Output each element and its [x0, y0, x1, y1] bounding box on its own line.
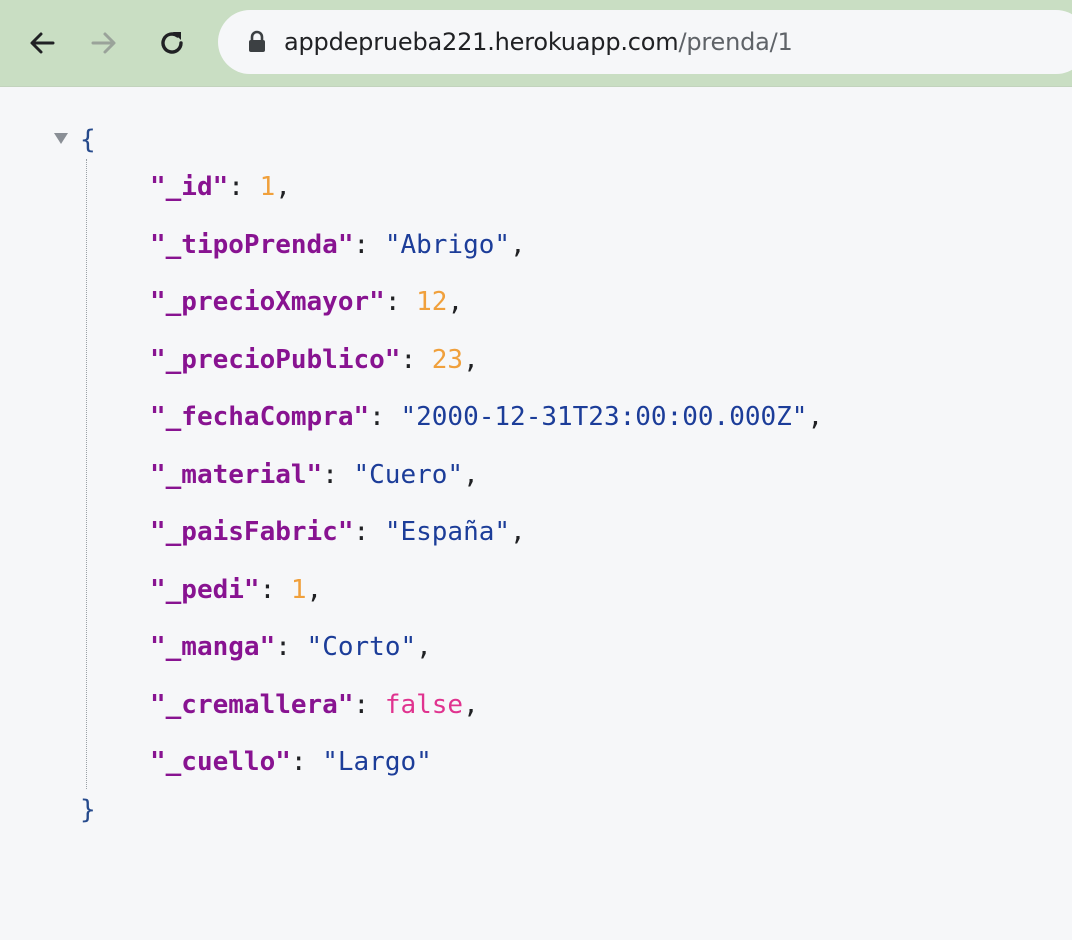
back-arrow-icon: [30, 32, 55, 54]
json-colon: :: [259, 574, 291, 605]
json-entry: "_pedi": 1,: [150, 573, 322, 607]
reload-button[interactable]: [150, 18, 194, 68]
json-key: "_material": [150, 459, 323, 490]
json-entry: "_cremallera": false,: [150, 688, 479, 722]
json-comma: ,: [463, 459, 479, 490]
json-value: false: [384, 689, 464, 720]
json-key: "_precioXmayor": [150, 287, 385, 317]
json-colon: :: [228, 172, 260, 202]
open-brace: {: [80, 125, 96, 155]
json-value: "Largo": [322, 747, 432, 777]
json-colon: :: [384, 287, 417, 317]
json-key: "_precioPublico": [150, 344, 401, 375]
json-key: "_manga": [150, 632, 276, 662]
json-comma: ,: [447, 287, 464, 317]
json-entry: "_paisFabric": "España",: [150, 515, 526, 549]
json-colon: :: [290, 747, 323, 777]
url-text[interactable]: appdeprueba221.herokuapp.com/prenda/1: [284, 10, 793, 74]
collapse-triangle-icon[interactable]: [54, 133, 68, 144]
json-comma: ,: [510, 229, 526, 260]
forward-arrow-icon: [91, 32, 116, 54]
json-entry: "_manga": "Corto",: [150, 630, 432, 664]
lock-icon[interactable]: [246, 30, 268, 54]
forward-button[interactable]: [82, 18, 126, 68]
json-entry: "_cuello": "Largo": [150, 745, 432, 779]
json-key: "_tipoPrenda": [150, 229, 354, 260]
json-entry: "_fechaCompra": "2000-12-31T23:00:00.000…: [150, 400, 823, 434]
json-key: "_cremallera": [150, 689, 354, 720]
json-comma: ,: [463, 689, 479, 720]
json-key: "_pedi": [150, 574, 260, 605]
json-comma: ,: [807, 402, 824, 432]
json-comma: ,: [463, 344, 479, 375]
url-host: appdeprueba221.herokuapp.com: [284, 28, 679, 56]
json-entry: "_material": "Cuero",: [150, 458, 479, 492]
json-value: "Abrigo": [384, 229, 511, 260]
json-colon: :: [353, 689, 385, 720]
json-value: "Cuero": [353, 459, 464, 490]
json-value: 23: [431, 344, 464, 375]
json-value: "Corto": [306, 632, 417, 662]
json-colon: :: [353, 229, 385, 260]
json-colon: :: [369, 402, 401, 432]
json-entry: "_id": 1,: [150, 170, 291, 204]
address-bar[interactable]: appdeprueba221.herokuapp.com/prenda/1: [218, 10, 1072, 74]
json-key: "_paisFabric": [150, 517, 354, 547]
json-comma: ,: [275, 172, 291, 202]
json-colon: :: [322, 459, 354, 490]
json-value: "2000-12-31T23:00:00.000Z": [400, 402, 808, 432]
json-value: 1: [290, 574, 307, 605]
json-comma: ,: [510, 517, 526, 547]
json-colon: :: [353, 517, 385, 547]
json-key: "_id": [150, 172, 229, 202]
json-value: 1: [259, 172, 276, 202]
json-comma: ,: [306, 574, 323, 605]
json-value: "España": [384, 517, 511, 547]
json-entry: "_precioXmayor": 12,: [150, 285, 463, 319]
json-entry: "_tipoPrenda": "Abrigo",: [150, 228, 526, 262]
close-brace: }: [80, 795, 96, 825]
url-path: /prenda/1: [678, 28, 793, 56]
json-colon: :: [400, 344, 432, 375]
json-entry: "_precioPublico": 23,: [150, 343, 479, 377]
browser-toolbar: appdeprueba221.herokuapp.com/prenda/1: [0, 0, 1072, 87]
json-viewer: { "_id": 1, "_tipoPrenda": "Abrigo", "_pre…: [0, 87, 1072, 940]
json-value: 12: [416, 287, 448, 317]
json-comma: ,: [416, 632, 432, 662]
json-key: "_fechaCompra": [150, 402, 370, 432]
json-key: "_cuello": [150, 747, 291, 777]
indent-guide: [86, 159, 87, 789]
browser-window: appdeprueba221.herokuapp.com/prenda/1 { …: [0, 0, 1072, 940]
back-button[interactable]: [20, 18, 64, 68]
reload-icon: [161, 32, 183, 54]
json-colon: :: [275, 632, 307, 662]
